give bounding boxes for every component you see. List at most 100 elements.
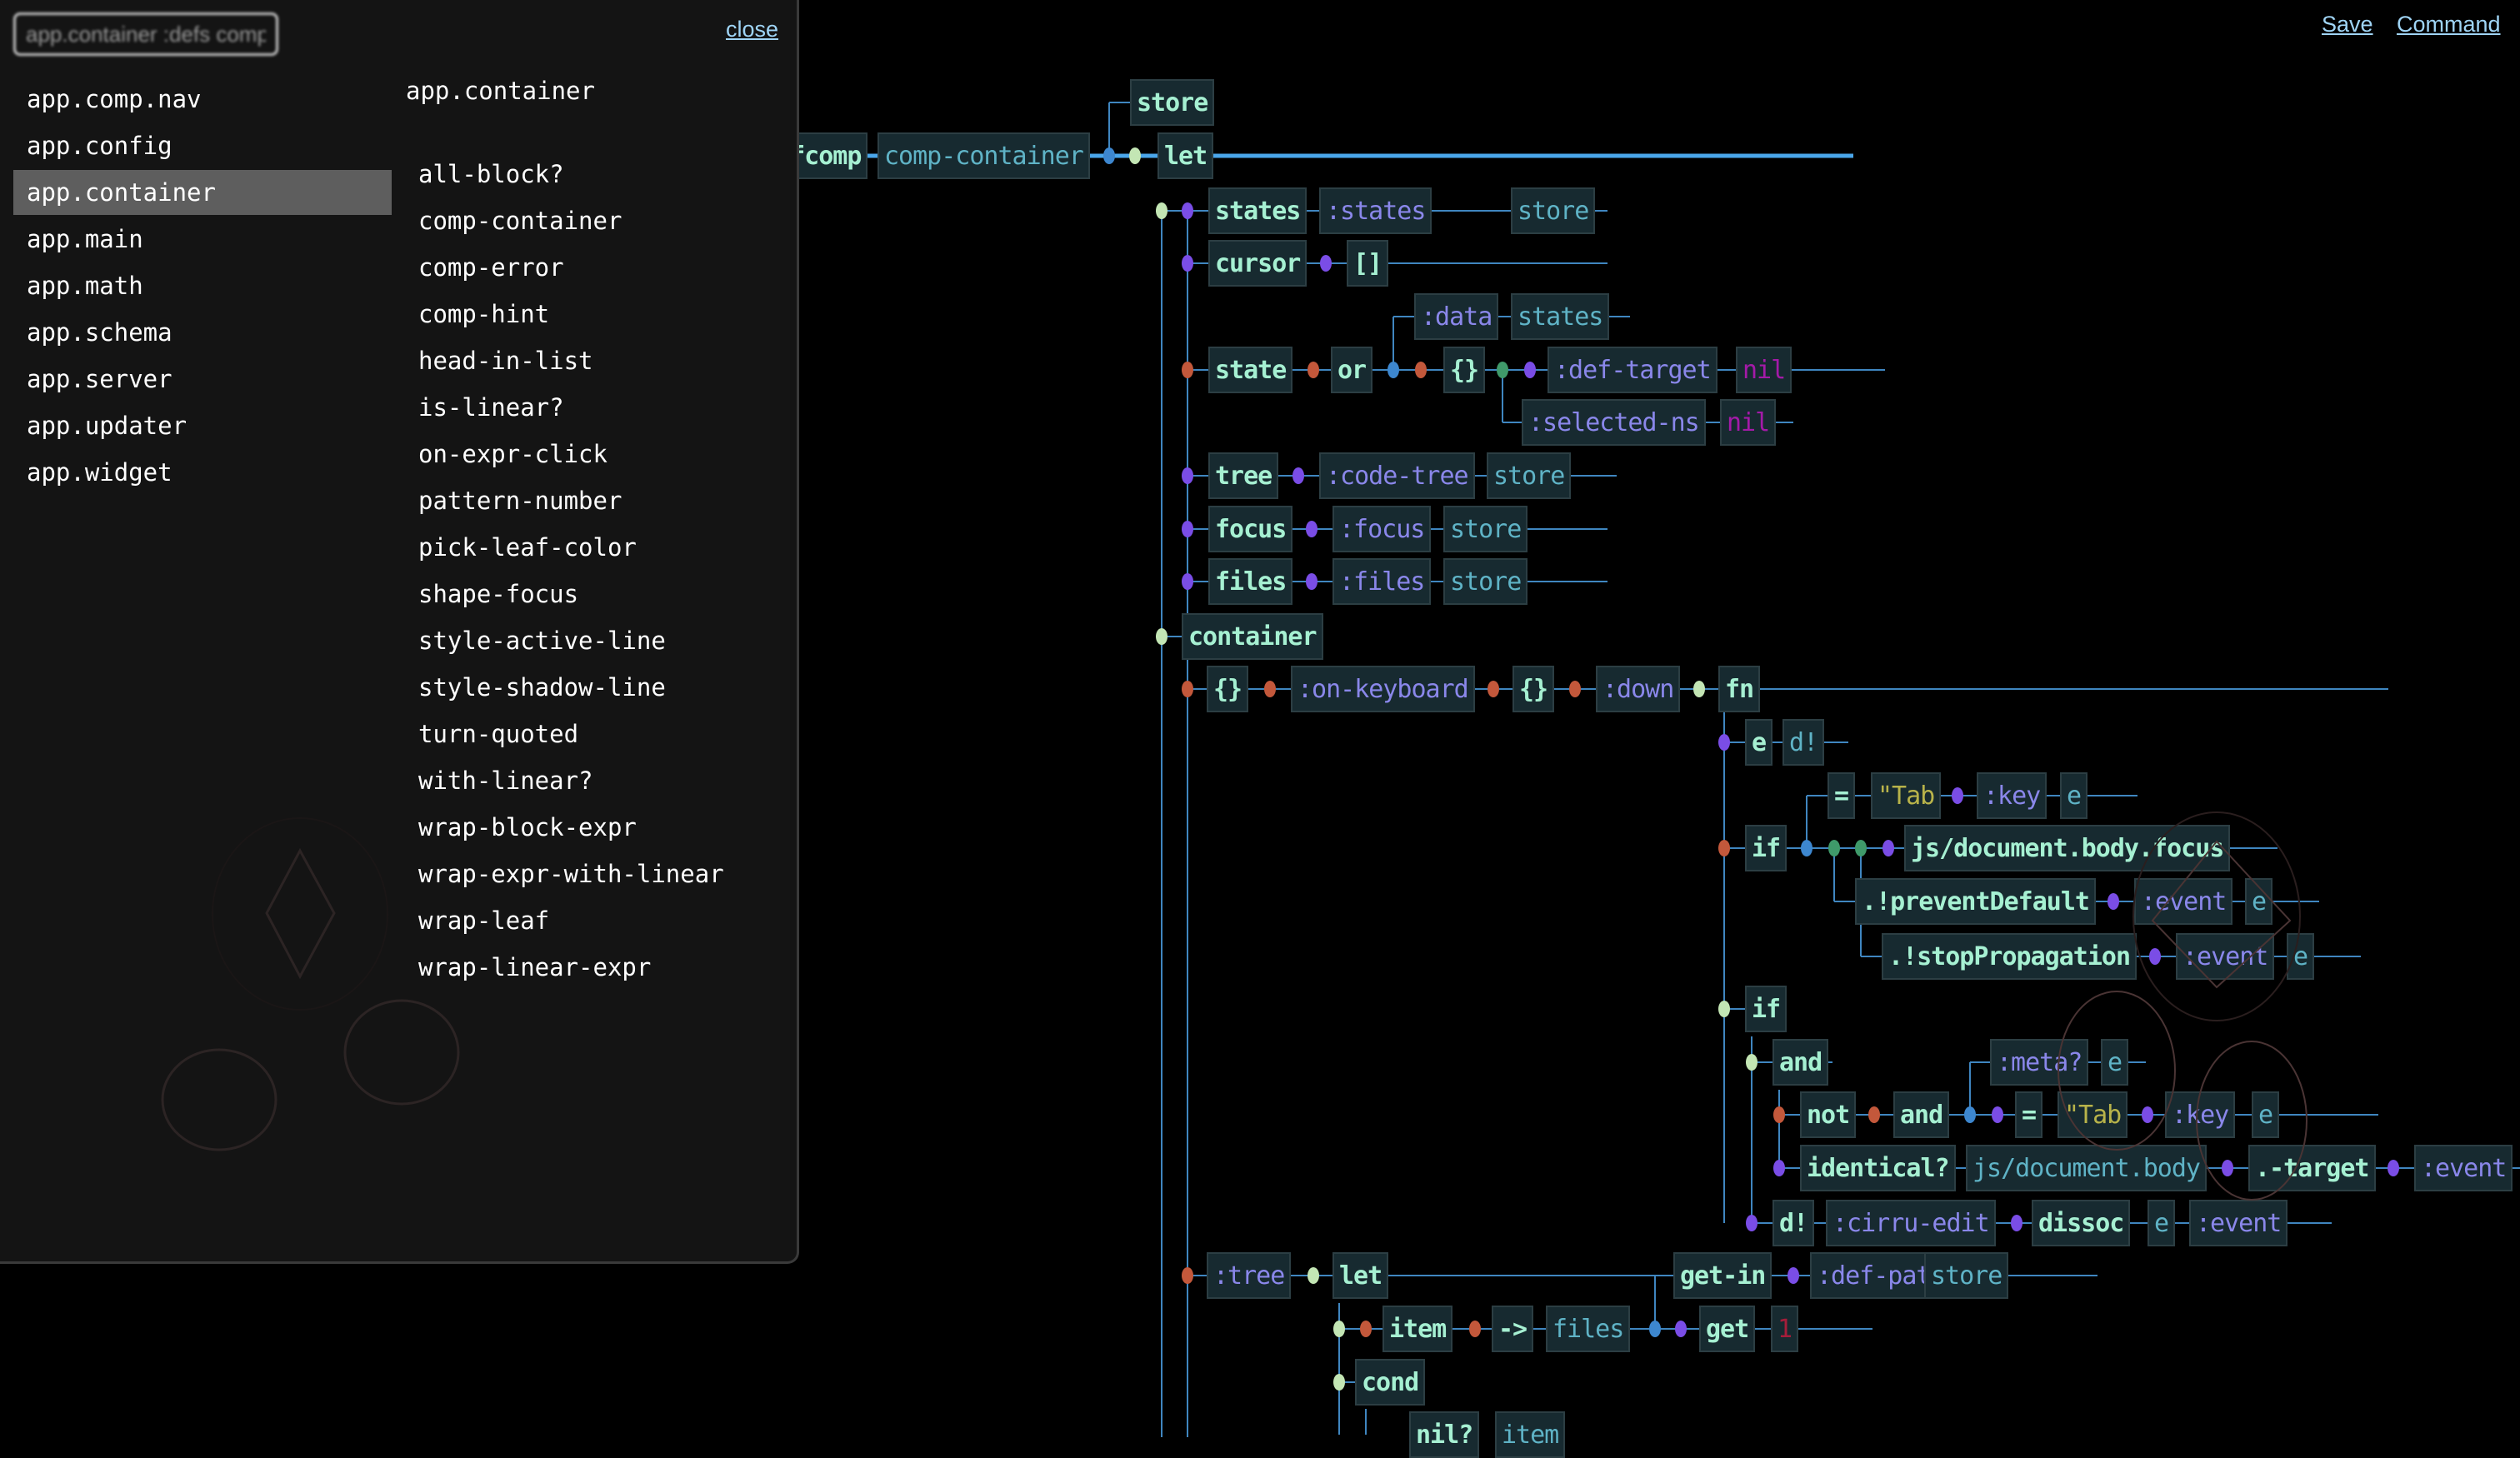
definition-item[interactable]: comp-hint: [418, 292, 549, 337]
expr-dot-icon[interactable]: [1746, 1215, 1758, 1231]
tree-node-kw[interactable]: :event: [2189, 1200, 2288, 1246]
expr-dot-icon[interactable]: [1182, 1267, 1193, 1284]
tree-node-sym[interactable]: store: [1443, 506, 1528, 552]
tree-node-head[interactable]: e: [1745, 719, 1773, 766]
expr-dot-icon[interactable]: [1868, 1106, 1880, 1123]
expr-dot-icon[interactable]: [2222, 1160, 2233, 1176]
tree-node-kw[interactable]: :meta?: [1990, 1039, 2089, 1086]
tree-node-nil[interactable]: nil: [1720, 399, 1777, 446]
definition-item[interactable]: pick-leaf-color: [418, 525, 637, 570]
tree-node-kw[interactable]: :def-target: [1548, 347, 1718, 393]
tree-node-kw[interactable]: :event: [2414, 1145, 2513, 1191]
tree-node-kw[interactable]: :event: [2134, 878, 2233, 925]
tree-node-head[interactable]: []: [1347, 240, 1389, 287]
definition-item[interactable]: wrap-linear-expr: [418, 945, 651, 990]
namespace-item[interactable]: app.comp.nav: [13, 77, 392, 122]
tree-node-sym[interactable]: store: [1924, 1252, 2009, 1299]
definition-item[interactable]: style-active-line: [418, 618, 666, 663]
tree-node-sym[interactable]: e: [2245, 878, 2273, 925]
expr-dot-icon[interactable]: [1103, 147, 1115, 164]
tree-node-sym[interactable]: files: [1546, 1306, 1631, 1352]
expr-dot-icon[interactable]: [1415, 362, 1427, 378]
expr-dot-icon[interactable]: [1182, 521, 1193, 537]
tree-node-kw[interactable]: :data: [1414, 293, 1499, 340]
tree-node-kw[interactable]: :key: [2165, 1091, 2236, 1138]
save-link[interactable]: Save: [2322, 12, 2373, 37]
tree-node-sym[interactable]: d!: [1782, 719, 1825, 766]
tree-node-str[interactable]: "Tab: [1871, 772, 1942, 819]
definition-item[interactable]: is-linear?: [418, 385, 564, 430]
expr-dot-icon[interactable]: [1801, 840, 1812, 856]
definition-item[interactable]: with-linear?: [418, 758, 593, 803]
namespace-item[interactable]: app.main: [13, 217, 392, 262]
tree-node-kw[interactable]: :down: [1596, 666, 1681, 712]
tree-node-sym[interactable]: e: [2287, 933, 2315, 980]
namespace-item[interactable]: app.widget: [13, 450, 392, 495]
tree-node-head[interactable]: js/document.body.focus: [1904, 825, 2231, 871]
expr-dot-icon[interactable]: [1333, 1321, 1345, 1337]
tree-node-head[interactable]: container: [1182, 613, 1323, 660]
tree-node-sym[interactable]: e: [2252, 1091, 2280, 1138]
expr-dot-icon[interactable]: [1182, 255, 1193, 272]
tree-node-head[interactable]: and: [1772, 1039, 1829, 1086]
expr-dot-icon[interactable]: [1569, 681, 1581, 697]
tree-node-head[interactable]: .!preventDefault: [1855, 878, 2096, 925]
definition-item[interactable]: wrap-expr-with-linear: [418, 851, 724, 896]
definition-item[interactable]: comp-error: [418, 245, 564, 290]
tree-node-head[interactable]: ->: [1492, 1306, 1534, 1352]
expr-dot-icon[interactable]: [1855, 840, 1867, 856]
tree-node-head[interactable]: let: [1158, 132, 1214, 179]
definition-item[interactable]: comp-container: [418, 198, 622, 243]
tree-node-head[interactable]: identical?: [1800, 1145, 1956, 1191]
expr-dot-icon[interactable]: [1718, 734, 1730, 751]
tree-node-head[interactable]: dissoc: [2032, 1200, 2131, 1246]
tree-node-head[interactable]: cursor: [1208, 240, 1308, 287]
expr-dot-icon[interactable]: [1773, 1160, 1785, 1176]
tree-node-head[interactable]: if: [1745, 825, 1788, 871]
expr-dot-icon[interactable]: [1129, 147, 1141, 164]
tree-node-kw[interactable]: :selected-ns: [1522, 399, 1706, 446]
definition-item[interactable]: wrap-block-expr: [418, 805, 637, 850]
tree-node-head[interactable]: states: [1208, 187, 1308, 234]
expr-dot-icon[interactable]: [1156, 202, 1168, 219]
expr-dot-icon[interactable]: [1182, 467, 1193, 484]
definition-item[interactable]: wrap-leaf: [418, 898, 549, 943]
tree-node-head[interactable]: get-in: [1673, 1252, 1772, 1299]
expr-dot-icon[interactable]: [2149, 948, 2161, 965]
tree-node-head[interactable]: get: [1699, 1306, 1756, 1352]
close-link[interactable]: close: [726, 17, 778, 42]
tree-node-sym[interactable]: store: [1443, 558, 1528, 605]
definition-item[interactable]: on-expr-click: [418, 432, 608, 477]
tree-node-sym[interactable]: item: [1495, 1411, 1566, 1458]
expr-dot-icon[interactable]: [1773, 1106, 1785, 1123]
tree-node-head[interactable]: .-target: [2248, 1145, 2376, 1191]
namespace-item[interactable]: app.updater: [13, 403, 392, 448]
tree-node-head[interactable]: state: [1208, 347, 1293, 393]
expr-dot-icon[interactable]: [1788, 1267, 1799, 1284]
namespace-item[interactable]: app.schema: [13, 310, 392, 355]
tree-node-head[interactable]: and: [1893, 1091, 1950, 1138]
expr-dot-icon[interactable]: [1992, 1106, 2003, 1123]
tree-node-head[interactable]: {}: [1512, 666, 1555, 712]
definition-item[interactable]: head-in-list: [418, 338, 593, 383]
expr-dot-icon[interactable]: [1292, 467, 1304, 484]
expr-dot-icon[interactable]: [1306, 521, 1318, 537]
search-input[interactable]: [13, 12, 278, 56]
expr-dot-icon[interactable]: [1308, 1267, 1319, 1284]
definition-item[interactable]: pattern-number: [418, 478, 622, 523]
tree-node-head[interactable]: or: [1331, 347, 1373, 393]
definition-item[interactable]: shape-focus: [418, 572, 578, 617]
expr-dot-icon[interactable]: [1388, 362, 1399, 378]
definition-item[interactable]: all-block?: [418, 152, 564, 197]
expr-dot-icon[interactable]: [1182, 202, 1193, 219]
tree-node-nil[interactable]: nil: [1736, 347, 1792, 393]
expr-dot-icon[interactable]: [1182, 573, 1193, 590]
tree-node-kw[interactable]: :cirru-edit: [1826, 1200, 1996, 1246]
tree-node-head[interactable]: focus: [1208, 506, 1293, 552]
expr-dot-icon[interactable]: [1964, 1106, 1976, 1123]
expr-dot-icon[interactable]: [1693, 681, 1705, 697]
tree-node-kw[interactable]: :files: [1332, 558, 1432, 605]
tree-node-head[interactable]: item: [1382, 1306, 1453, 1352]
tree-node-head[interactable]: .!stopPropagation: [1882, 933, 2138, 980]
expr-dot-icon[interactable]: [1306, 573, 1318, 590]
